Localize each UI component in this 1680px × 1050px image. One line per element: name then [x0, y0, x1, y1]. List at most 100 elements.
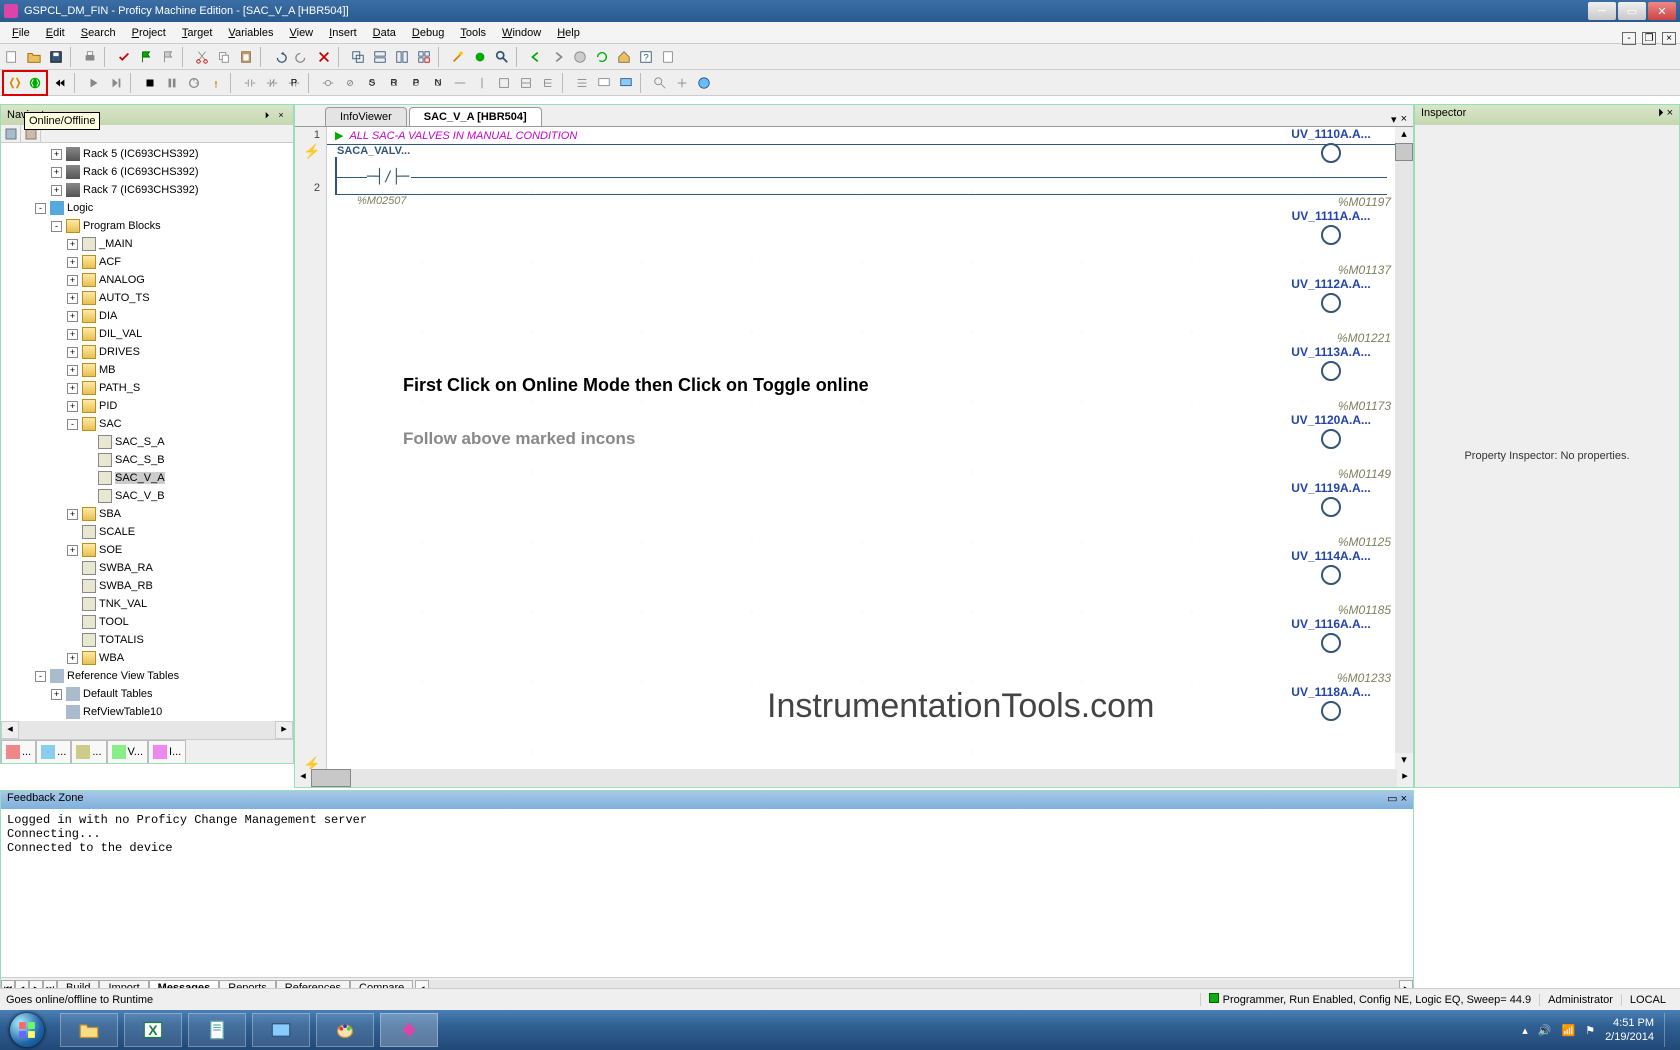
expander-icon[interactable]: -	[35, 671, 46, 682]
minimize-button[interactable]: ─	[1588, 2, 1616, 20]
expander-icon[interactable]: +	[51, 689, 62, 700]
expander-icon[interactable]: +	[67, 545, 78, 556]
expander-icon[interactable]: +	[67, 275, 78, 286]
tree-item-totalis[interactable]: TOTALIS	[3, 631, 291, 649]
coil-0[interactable]: UV_1110A.A...	[1261, 127, 1401, 195]
expander-icon[interactable]: +	[67, 257, 78, 268]
undo-button[interactable]	[270, 47, 290, 67]
play-button[interactable]	[84, 73, 104, 93]
menu-project[interactable]: Project	[124, 25, 174, 41]
tree-item-rack-5-ic693chs392-[interactable]: +Rack 5 (IC693CHS392)	[3, 145, 291, 163]
navigator-hscroll[interactable]: ◂ ▸	[1, 721, 293, 739]
save-button[interactable]	[46, 47, 66, 67]
coil-np-button[interactable]: N	[428, 73, 448, 93]
tree-item-path-s[interactable]: +PATH_S	[3, 379, 291, 397]
tray-flag-icon[interactable]: ⚑	[1585, 1024, 1595, 1037]
scroll-right-icon[interactable]: ▸	[275, 721, 293, 739]
editor-hscrollbar[interactable]: ◂ ▸	[295, 769, 1413, 787]
tree-item-tool[interactable]: TOOL	[3, 613, 291, 631]
editor-tab-0[interactable]: InfoViewer	[325, 107, 407, 126]
tree-item-tnk-val[interactable]: TNK_VAL	[3, 595, 291, 613]
tree-item-logic[interactable]: -Logic	[3, 199, 291, 217]
rung-button[interactable]	[572, 73, 592, 93]
scroll-down-icon[interactable]: ▾	[1395, 753, 1413, 769]
tree-item-dia[interactable]: +DIA	[3, 307, 291, 325]
navigator-close-icon[interactable]: ×	[275, 109, 287, 121]
expander-icon[interactable]: -	[51, 221, 62, 232]
expander-icon[interactable]: +	[67, 383, 78, 394]
online-offline-button[interactable]	[5, 73, 25, 93]
p-contact-button[interactable]: P	[284, 73, 304, 93]
task-excel[interactable]: X	[124, 1013, 182, 1047]
nav-bottom-tab-1[interactable]: ...	[36, 740, 71, 763]
expander-icon[interactable]: +	[67, 365, 78, 376]
copy-button[interactable]	[214, 47, 234, 67]
forward-button[interactable]	[548, 47, 568, 67]
expander-icon[interactable]: +	[67, 509, 78, 520]
tree-item-rack-7-ic693chs392-[interactable]: +Rack 7 (IC693CHS392)	[3, 181, 291, 199]
tree-item-swba-ra[interactable]: SWBA_RA	[3, 559, 291, 577]
contact-element[interactable]: ─┤/├─	[367, 169, 409, 185]
expander-icon[interactable]: +	[67, 653, 78, 664]
reset-button[interactable]	[184, 73, 204, 93]
scroll-left-icon[interactable]: ◂	[295, 769, 311, 787]
menu-tools[interactable]: Tools	[452, 25, 494, 41]
tree-item-refviewtable10[interactable]: RefViewTable10	[3, 703, 291, 721]
tree-item-drives[interactable]: +DRIVES	[3, 343, 291, 361]
menu-target[interactable]: Target	[174, 25, 221, 41]
feedback-close-icon[interactable]: ×	[1401, 793, 1407, 805]
menu-view[interactable]: View	[281, 25, 321, 41]
vwire-button[interactable]	[472, 73, 492, 93]
task-notepad[interactable]	[188, 1013, 246, 1047]
coil-r-button[interactable]: R	[384, 73, 404, 93]
flag-button[interactable]	[136, 47, 156, 67]
nav-bottom-tab-3[interactable]: V...	[107, 740, 149, 763]
stop-button[interactable]	[140, 73, 160, 93]
coil-s-button[interactable]: S	[362, 73, 382, 93]
editor-tab-dropdown-icon[interactable]: ▾	[1391, 113, 1397, 126]
tree-item-program-blocks[interactable]: -Program Blocks	[3, 217, 291, 235]
tree-item-auto-ts[interactable]: +AUTO_TS	[3, 289, 291, 307]
tree-item-sac-s-b[interactable]: SAC_S_B	[3, 451, 291, 469]
func2-button[interactable]	[516, 73, 536, 93]
stop-nav-button[interactable]	[570, 47, 590, 67]
coil-1[interactable]: %M01197UV_1111A.A...	[1261, 195, 1401, 263]
expander-icon[interactable]: -	[67, 419, 78, 430]
help-button[interactable]: ?	[636, 47, 656, 67]
step-button[interactable]	[106, 73, 126, 93]
expander-icon[interactable]: +	[67, 311, 78, 322]
doc-button[interactable]	[658, 47, 678, 67]
navigator-tree[interactable]: +Rack 5 (IC693CHS392)+Rack 6 (IC693CHS39…	[1, 143, 293, 721]
delete-button[interactable]	[314, 47, 334, 67]
menu-variables[interactable]: Variables	[220, 25, 281, 41]
expander-icon[interactable]: +	[51, 185, 62, 196]
tree-item-reference-view-tables[interactable]: -Reference View Tables	[3, 667, 291, 685]
scroll-right-icon[interactable]: ▸	[1397, 769, 1413, 787]
menu-window[interactable]: Window	[494, 25, 549, 41]
ladder-view[interactable]: ▶ ALL SAC-A VALVES IN MANUAL CONDITION S…	[327, 127, 1395, 769]
menu-file[interactable]: File	[4, 25, 38, 41]
tray-clock[interactable]: 4:51 PM 2/19/2014	[1605, 1016, 1654, 1044]
tree-item-soe[interactable]: +SOE	[3, 541, 291, 559]
tree-item-rack-6-ic693chs392-[interactable]: +Rack 6 (IC693CHS392)	[3, 163, 291, 181]
no-contact-button[interactable]	[240, 73, 260, 93]
menu-debug[interactable]: Debug	[404, 25, 452, 41]
tree-item-sac-v-b[interactable]: SAC_V_B	[3, 487, 291, 505]
tree-item-sac-v-a[interactable]: SAC_V_A	[3, 469, 291, 487]
expander-icon[interactable]: +	[67, 293, 78, 304]
print-button[interactable]	[80, 47, 100, 67]
nav-bottom-tab-4[interactable]: I...	[148, 740, 186, 763]
expander-icon[interactable]: +	[67, 401, 78, 412]
win-cascade-button[interactable]	[348, 47, 368, 67]
coil-3[interactable]: %M01221UV_1113A.A...	[1261, 331, 1401, 399]
task-proficy[interactable]	[380, 1013, 438, 1047]
wizard-button[interactable]	[448, 47, 468, 67]
win-tile-h-button[interactable]	[370, 47, 390, 67]
paste-button[interactable]	[236, 47, 256, 67]
feedback-pin-icon[interactable]: ▭	[1387, 793, 1397, 805]
nav-tab-1[interactable]	[1, 125, 21, 143]
coil-n-button[interactable]	[340, 73, 360, 93]
comment-button[interactable]	[594, 73, 614, 93]
search2-button[interactable]	[650, 73, 670, 93]
tree-item-default-tables[interactable]: +Default Tables	[3, 685, 291, 703]
